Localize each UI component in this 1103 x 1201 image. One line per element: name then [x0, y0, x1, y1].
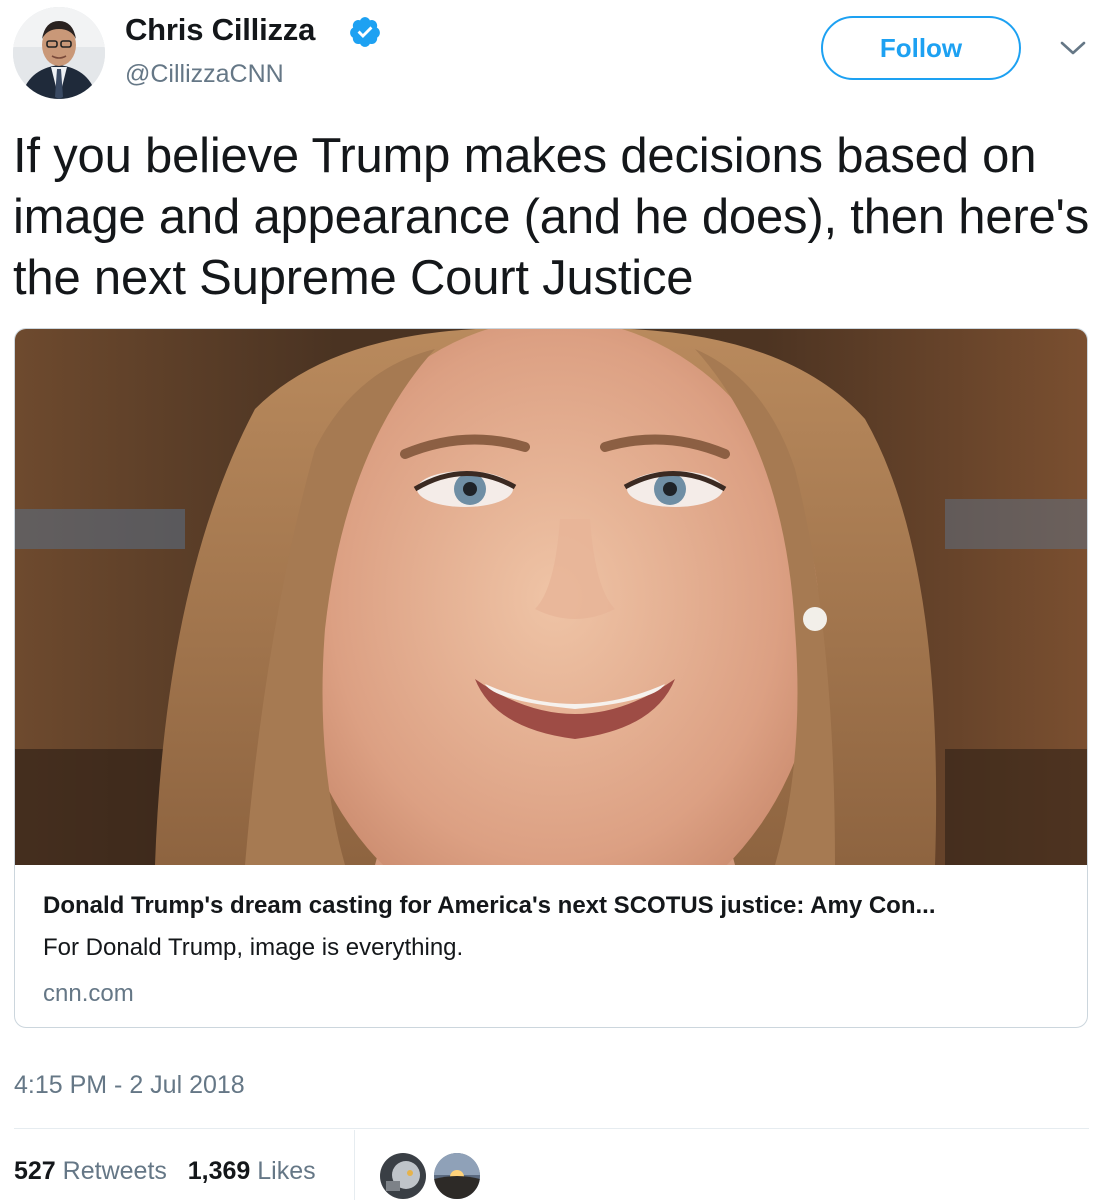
author-display-name[interactable]: Chris Cillizza [125, 12, 315, 48]
tweet-text: If you believe Trump makes decisions bas… [13, 129, 1089, 305]
card-image [15, 329, 1087, 939]
tweet-timestamp[interactable]: 4:15 PM - 2 Jul 2018 [14, 1071, 245, 1100]
liker-avatar[interactable] [432, 1151, 482, 1201]
card-title[interactable]: Donald Trump's dream casting for America… [43, 892, 1053, 920]
likes-stat[interactable]: 1,369 Likes [188, 1157, 316, 1185]
liker-avatar[interactable] [378, 1151, 428, 1201]
author-avatar[interactable] [13, 7, 105, 99]
follow-button[interactable]: Follow [821, 16, 1021, 80]
card-description: For Donald Trump, image is everything. [43, 934, 464, 961]
likes-label: Likes [257, 1157, 316, 1185]
chevron-down-icon[interactable] [1059, 38, 1087, 58]
likes-count: 1,369 [187, 1157, 251, 1185]
link-card[interactable]: Donald Trump's dream casting for America… [14, 328, 1088, 1028]
tweet-stats: 527 Retweets 1,369 Likes [14, 1157, 316, 1186]
verified-badge-icon [348, 15, 382, 49]
retweets-count: 527 [14, 1157, 56, 1185]
card-domain: cnn.com [43, 980, 134, 1007]
retweets-label: Retweets [62, 1157, 167, 1185]
stats-divider [354, 1130, 355, 1200]
divider [14, 1128, 1089, 1129]
author-handle[interactable]: @CillizzaCNN [125, 60, 284, 89]
retweets-stat[interactable]: 527 Retweets [14, 1157, 167, 1185]
